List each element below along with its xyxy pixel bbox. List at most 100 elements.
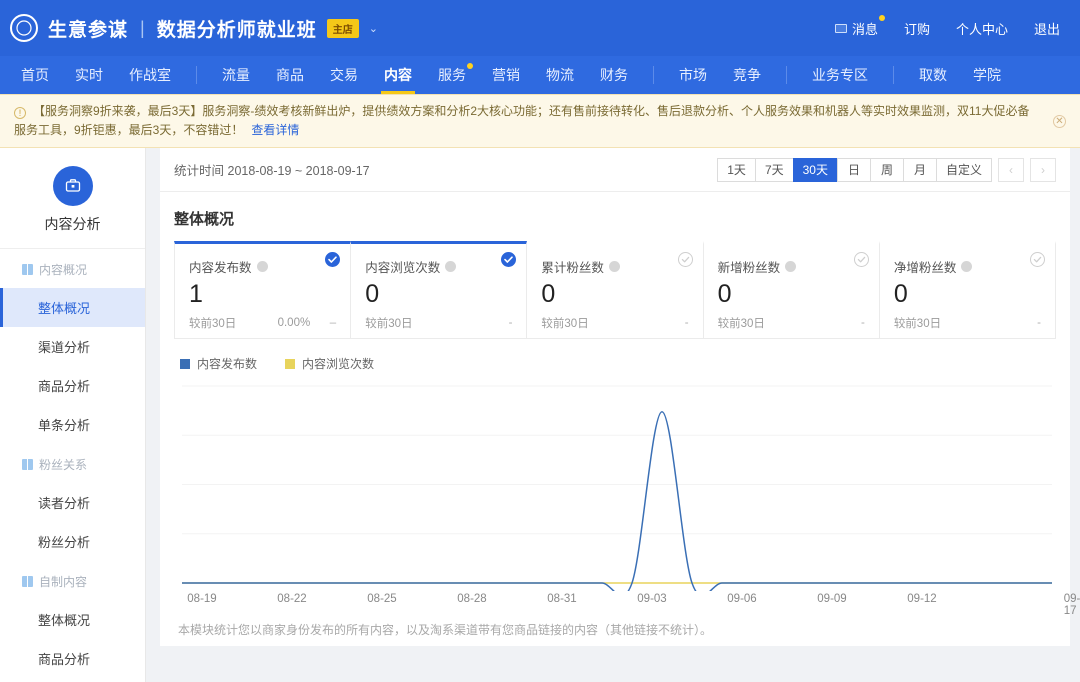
header-item-messages[interactable]: 消息 (835, 19, 878, 38)
nav-item-7[interactable]: 服务 (425, 56, 479, 94)
range-button-6[interactable]: 自定义 (936, 158, 992, 182)
sidebar-module-title: 内容分析 (0, 214, 145, 234)
header-right-menu: 消息 订购 个人中心 退出 (835, 19, 1060, 38)
sidebar-item-2-1[interactable]: 商品分析 (0, 639, 145, 678)
close-icon[interactable]: ✕ (1053, 115, 1066, 128)
nav-item-10[interactable]: 财务 (587, 56, 641, 94)
nav-item-12[interactable]: 竞争 (720, 56, 774, 94)
range-button-5[interactable]: 月 (903, 158, 937, 182)
sidebar-group-header: 自制内容 (0, 561, 145, 600)
prev-period-button[interactable]: ‹ (998, 158, 1024, 182)
metric-card-0[interactable]: 内容发布数1较前30日0.00%– (174, 241, 351, 339)
main-navigation-bar: 首页实时作战室流量商品交易内容服务营销物流 财务 市场竞争 业务专区取数学院 (0, 56, 1080, 94)
x-tick-label: 09-12 (907, 593, 936, 605)
x-tick-label: 09-06 (727, 593, 756, 605)
header-item-messages-label: 消息 (852, 19, 878, 38)
nav-new-dot-icon (467, 63, 473, 69)
header-item-account[interactable]: 个人中心 (956, 19, 1008, 38)
metric-card-label-wrap: 净增粉丝数 (894, 257, 1041, 276)
sidebar-item-label: 粉丝分析 (38, 532, 90, 551)
nav-item-label: 竞争 (733, 65, 761, 85)
sidebar-item-label: 商品分析 (38, 649, 90, 668)
nav-divider (893, 66, 894, 84)
header-item-logout[interactable]: 退出 (1034, 19, 1060, 38)
metric-card-value: 0 (718, 278, 865, 311)
help-icon[interactable] (445, 261, 456, 272)
sidebar-group-label: 自制内容 (39, 573, 87, 590)
nav-item-9[interactable]: 物流 (533, 56, 587, 94)
stat-time-label: 统计时间 (174, 164, 224, 178)
metric-card-toggle-check-icon[interactable] (501, 252, 516, 267)
nav-item-15[interactable]: 学院 (960, 56, 1014, 94)
metric-card-toggle-check-icon[interactable] (325, 252, 340, 267)
range-button-3[interactable]: 日 (837, 158, 871, 182)
metric-card-value: 1 (189, 278, 336, 311)
main-content: 统计时间 2018-08-19 ~ 2018-09-17 1天7天30天日周月自… (146, 148, 1080, 682)
announcement-detail-link[interactable]: 查看详情 (251, 123, 299, 137)
nav-item-14[interactable]: 取数 (906, 56, 960, 94)
chart-icon (22, 264, 33, 275)
x-tick-label: 08-22 (277, 593, 306, 605)
nav-item-8[interactable]: 营销 (479, 56, 533, 94)
header-item-orders[interactable]: 订购 (904, 19, 930, 38)
help-icon[interactable] (257, 261, 268, 272)
nav-item-label: 财务 (600, 65, 628, 85)
help-icon[interactable] (961, 261, 972, 272)
nav-item-4[interactable]: 商品 (263, 56, 317, 94)
range-button-1[interactable]: 7天 (755, 158, 794, 182)
chart-x-axis-labels: 08-1908-2208-2508-2808-3109-0309-0609-09… (174, 591, 1056, 611)
top-header-bar: 生意参谋 | 数据分析师就业班 主店 ⌄ 消息 订购 个人中心 退出 (0, 0, 1080, 56)
nav-item-0[interactable]: 首页 (8, 56, 62, 94)
sidebar-item-0-3[interactable]: 单条分析 (0, 405, 145, 444)
page-title: 整体概况 (174, 192, 1056, 241)
nav-item-1[interactable]: 实时 (62, 56, 116, 94)
sidebar-item-2-0[interactable]: 整体概况 (0, 600, 145, 639)
sidebar-item-label: 单条分析 (38, 415, 90, 434)
nav-item-label: 实时 (75, 65, 103, 85)
metric-card-label-wrap: 新增粉丝数 (718, 257, 865, 276)
nav-item-label: 物流 (546, 65, 574, 85)
nav-divider (196, 66, 197, 84)
legend-item-1[interactable]: 内容浏览次数 (285, 355, 374, 372)
stat-time: 统计时间 2018-08-19 ~ 2018-09-17 (174, 160, 370, 179)
sidebar-item-0-0[interactable]: 整体概况 (0, 288, 145, 327)
metric-card-toggle-check-icon[interactable] (1030, 252, 1045, 267)
range-button-0[interactable]: 1天 (717, 158, 756, 182)
sidebar-item-0-2[interactable]: 商品分析 (0, 366, 145, 405)
metric-card-2[interactable]: 累计粉丝数0较前30日- (527, 241, 703, 339)
metric-card-1[interactable]: 内容浏览次数0较前30日- (351, 241, 527, 339)
nav-item-2[interactable]: 作战室 (116, 56, 184, 94)
sidebar-item-1-1[interactable]: 粉丝分析 (0, 522, 145, 561)
nav-item-label: 内容 (384, 65, 412, 85)
metric-card-4[interactable]: 净增粉丝数0较前30日- (880, 241, 1056, 339)
mail-icon (835, 24, 847, 33)
sidebar-item-1-0[interactable]: 读者分析 (0, 483, 145, 522)
sidebar-item-label: 整体概况 (38, 610, 90, 629)
chevron-down-icon[interactable]: ⌄ (369, 22, 378, 35)
info-icon: ! (14, 107, 26, 119)
range-button-4[interactable]: 周 (870, 158, 904, 182)
help-icon[interactable] (609, 261, 620, 272)
sidebar-item-0-1[interactable]: 渠道分析 (0, 327, 145, 366)
metric-card-label: 新增粉丝数 (718, 257, 781, 276)
legend-item-0[interactable]: 内容发布数 (180, 355, 257, 372)
help-icon[interactable] (785, 261, 796, 272)
sidebar-item-2-2[interactable]: 单条分析 (0, 678, 145, 682)
sidebar-item-label: 整体概况 (38, 298, 90, 317)
x-tick-label: 09-03 (637, 593, 666, 605)
metric-card-compare-label: 较前30日 (718, 315, 765, 331)
metric-card-3[interactable]: 新增粉丝数0较前30日- (704, 241, 880, 339)
metric-card-toggle-check-icon[interactable] (854, 252, 869, 267)
date-range-buttons: 1天7天30天日周月自定义 (718, 158, 992, 182)
metric-card-toggle-check-icon[interactable] (678, 252, 693, 267)
metric-card-label: 内容浏览次数 (365, 257, 440, 276)
nav-item-5[interactable]: 交易 (317, 56, 371, 94)
nav-item-11[interactable]: 市场 (666, 56, 720, 94)
next-period-button[interactable]: › (1030, 158, 1056, 182)
nav-item-13[interactable]: 业务专区 (799, 56, 881, 94)
nav-item-6[interactable]: 内容 (371, 56, 425, 94)
range-button-2[interactable]: 30天 (793, 158, 838, 182)
nav-item-3[interactable]: 流量 (209, 56, 263, 94)
metric-card-compare: 较前30日- (365, 315, 512, 331)
x-tick-label: 08-28 (457, 593, 486, 605)
